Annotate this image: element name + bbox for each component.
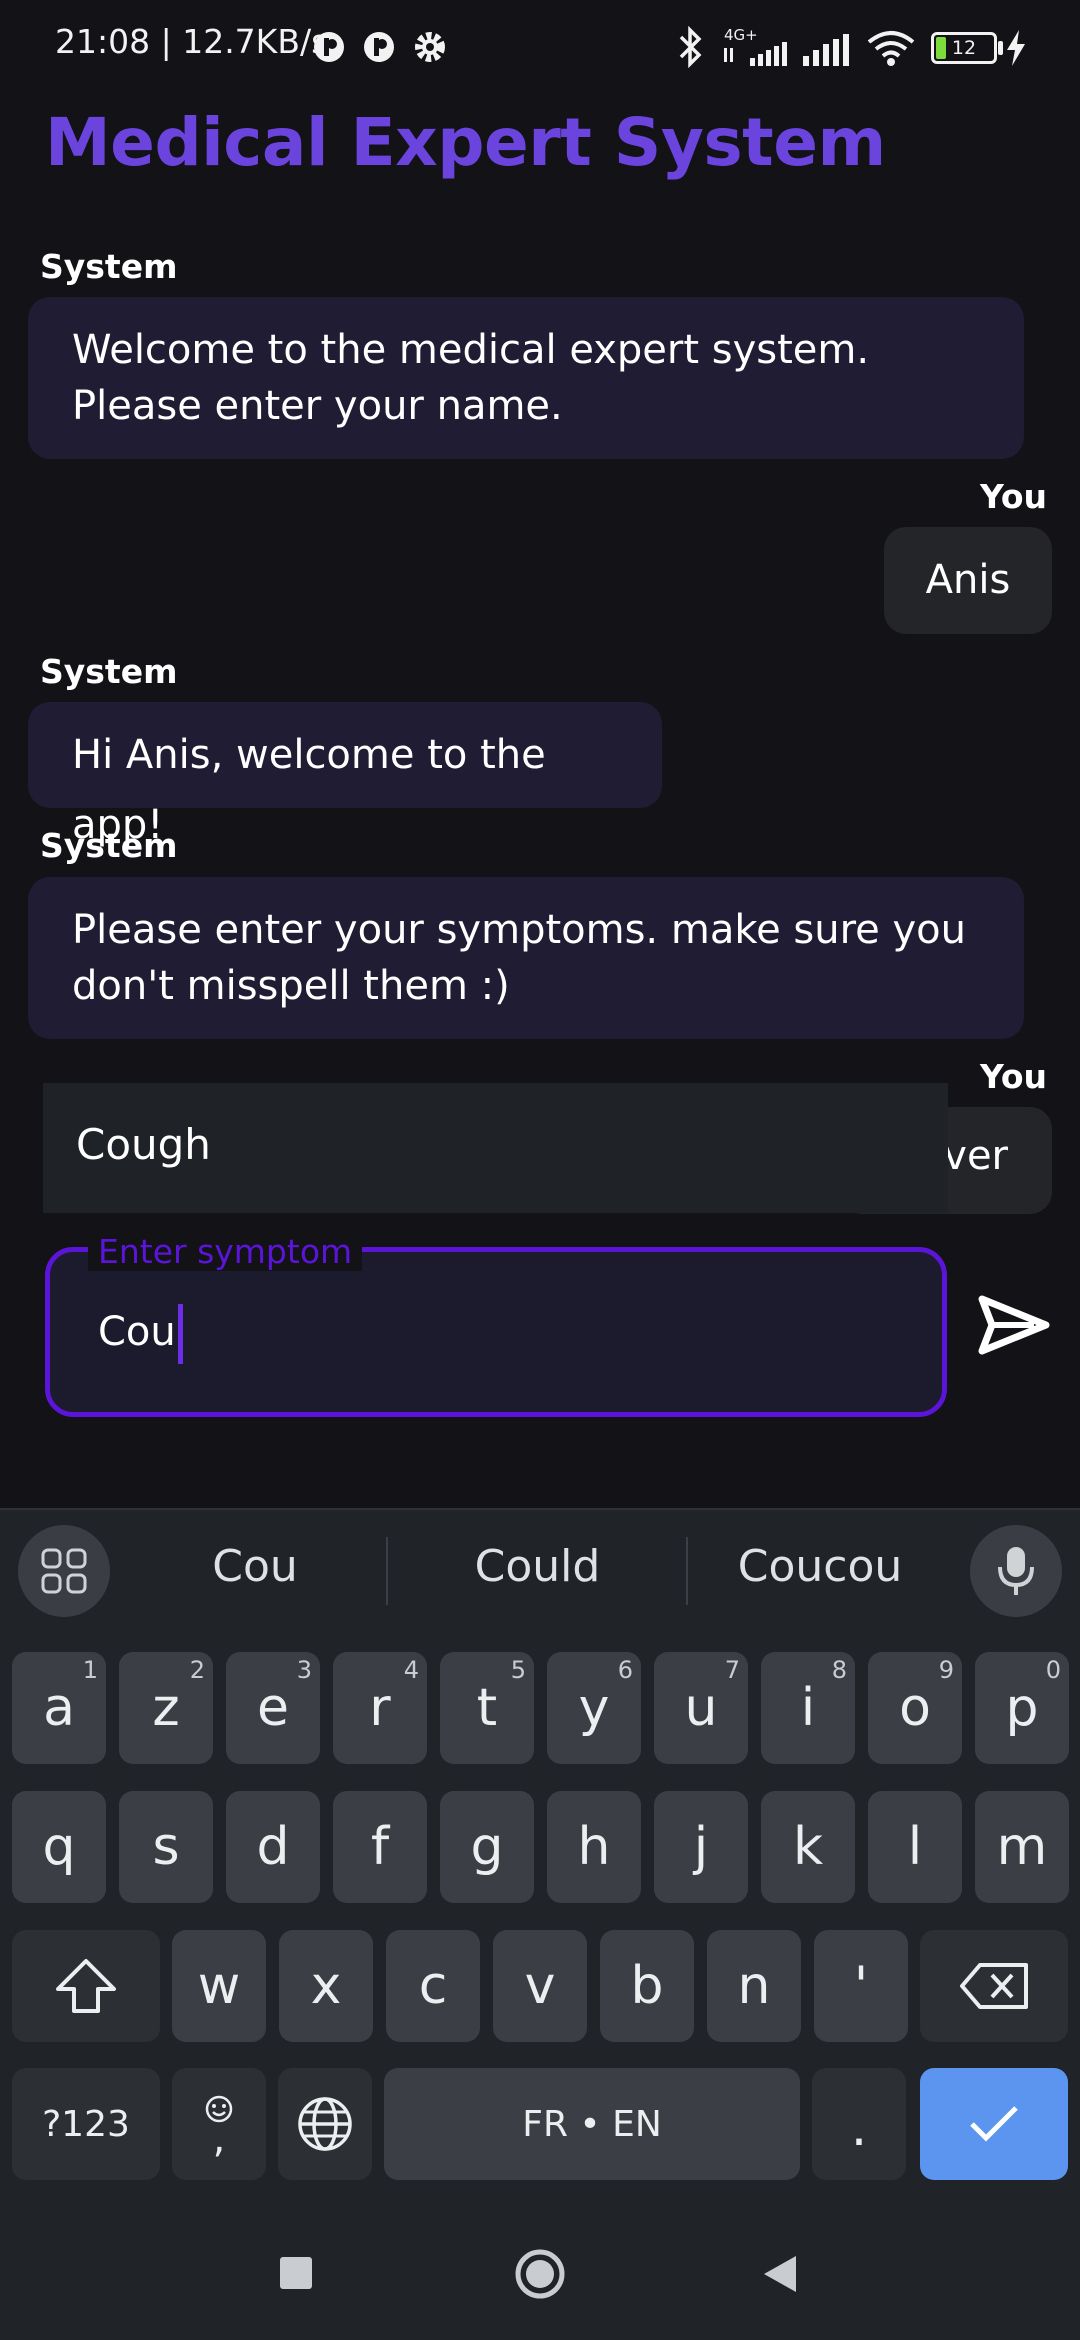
key-number-hint: 0: [1045, 1656, 1061, 1684]
key-label: i: [800, 1678, 816, 1738]
text-cursor: [177, 1304, 183, 1364]
battery-level: 12: [951, 37, 977, 59]
key-6[interactable]: u7: [654, 1652, 748, 1764]
space-key[interactable]: FR • EN: [384, 2068, 800, 2180]
microphone-icon[interactable]: [970, 1525, 1062, 1617]
checkmark-icon: [970, 2106, 1018, 2142]
language-globe-icon[interactable]: [278, 2068, 372, 2180]
key-2[interactable]: e3: [226, 1652, 320, 1764]
key-label: a: [43, 1678, 75, 1738]
send-icon[interactable]: [976, 1293, 1052, 1357]
keyboard-suggestion[interactable]: Could: [420, 1541, 655, 1592]
key-5[interactable]: y6: [547, 1652, 641, 1764]
system-message-bubble: Welcome to the medical expert system. Pl…: [28, 297, 1024, 459]
key-label: e: [257, 1678, 289, 1738]
key-number-hint: 5: [510, 1656, 526, 1684]
status-bar: 21:08 | 12.7KB/s 4G+ 12: [0, 0, 1080, 96]
recents-button[interactable]: [280, 2257, 312, 2289]
key-8[interactable]: l: [868, 1791, 962, 1903]
bluetooth-icon: [679, 26, 702, 68]
message-sender: System: [40, 652, 178, 691]
shift-key[interactable]: [12, 1930, 160, 2042]
key-label: p: [1005, 1678, 1039, 1738]
message-sender: System: [40, 247, 178, 286]
key-0[interactable]: w: [172, 1930, 266, 2042]
signal-icon: [724, 42, 787, 66]
symptom-input-label: Enter symptom: [88, 1232, 363, 1271]
suggestion-divider: [686, 1537, 688, 1605]
home-button[interactable]: [514, 2248, 566, 2300]
system-message-bubble: Hi Anis, welcome to the app!: [28, 702, 662, 848]
key-5[interactable]: n: [707, 1930, 801, 2042]
key-number-hint: 2: [189, 1656, 205, 1684]
symptom-input-value: Cou: [98, 1309, 176, 1355]
key-9[interactable]: m: [975, 1791, 1069, 1903]
emoji-comma-key[interactable]: ,: [172, 2068, 266, 2180]
battery-icon: 12: [931, 32, 997, 64]
key-label: r: [369, 1678, 391, 1738]
key-4[interactable]: t5: [440, 1652, 534, 1764]
wifi-icon: [867, 31, 915, 66]
key-8[interactable]: o9: [868, 1652, 962, 1764]
key-number-hint: 7: [724, 1656, 740, 1684]
keyboard: [0, 1508, 1080, 2340]
key-label: t: [476, 1678, 498, 1738]
keyboard-suggestion[interactable]: Coucou: [700, 1541, 940, 1592]
key-2[interactable]: d: [226, 1791, 320, 1903]
key-7[interactable]: k: [761, 1791, 855, 1903]
charging-bolt-icon: [1007, 30, 1025, 66]
system-message-bubble: Please enter your symptoms. make sure yo…: [28, 877, 1024, 1039]
key-label: z: [152, 1678, 180, 1738]
period-key[interactable]: .: [812, 2068, 906, 2180]
key-7[interactable]: i8: [761, 1652, 855, 1764]
symptom-input[interactable]: Cou: [98, 1304, 183, 1364]
key-9[interactable]: p0: [975, 1652, 1069, 1764]
key-label: o: [899, 1678, 931, 1738]
key-1[interactable]: x: [279, 1930, 373, 2042]
apps-grid-icon[interactable]: [18, 1525, 110, 1617]
message-sender: You: [980, 1057, 1048, 1096]
settings-gear-icon: [415, 32, 445, 62]
key-2[interactable]: c: [386, 1930, 480, 2042]
message-sender: You: [980, 477, 1048, 516]
autocomplete-option[interactable]: Cough: [43, 1083, 948, 1213]
key-3[interactable]: r4: [333, 1652, 427, 1764]
key-1[interactable]: s: [119, 1791, 213, 1903]
key-4[interactable]: g: [440, 1791, 534, 1903]
backspace-key[interactable]: [920, 1930, 1068, 2042]
key-number-hint: 1: [82, 1656, 98, 1684]
key-3[interactable]: f: [333, 1791, 427, 1903]
message-sender: System: [40, 826, 178, 865]
battery-tip: [998, 41, 1003, 55]
notification-icon: [314, 32, 344, 62]
key-number-hint: 9: [938, 1656, 954, 1684]
keyboard-suggestion[interactable]: Cou: [140, 1541, 370, 1592]
key-5[interactable]: h: [547, 1791, 641, 1903]
key-number-hint: 8: [831, 1656, 847, 1684]
key-label: y: [578, 1678, 610, 1738]
key-label: u: [684, 1678, 718, 1738]
symbols-key[interactable]: ?123: [12, 2068, 160, 2180]
comma-label: ,: [212, 2116, 226, 2162]
key-6[interactable]: ': [814, 1930, 908, 2042]
enter-check-key[interactable]: [920, 2068, 1068, 2180]
signal-icon: [803, 34, 849, 66]
key-number-hint: 4: [403, 1656, 419, 1684]
key-0[interactable]: a1: [12, 1652, 106, 1764]
key-0[interactable]: q: [12, 1791, 106, 1903]
key-number-hint: 3: [296, 1656, 312, 1684]
key-number-hint: 6: [617, 1656, 633, 1684]
key-1[interactable]: z2: [119, 1652, 213, 1764]
status-time: 21:08 | 12.7KB/s: [55, 22, 329, 61]
key-6[interactable]: j: [654, 1791, 748, 1903]
suggestion-divider: [386, 1537, 388, 1605]
key-3[interactable]: v: [493, 1930, 587, 2042]
keyboard-border: [0, 1508, 1080, 1510]
back-button[interactable]: [762, 2254, 798, 2294]
app-title: Medical Expert System: [45, 104, 886, 181]
notification-icon: [364, 32, 394, 62]
user-message-bubble: Anis: [884, 527, 1052, 634]
key-4[interactable]: b: [600, 1930, 694, 2042]
